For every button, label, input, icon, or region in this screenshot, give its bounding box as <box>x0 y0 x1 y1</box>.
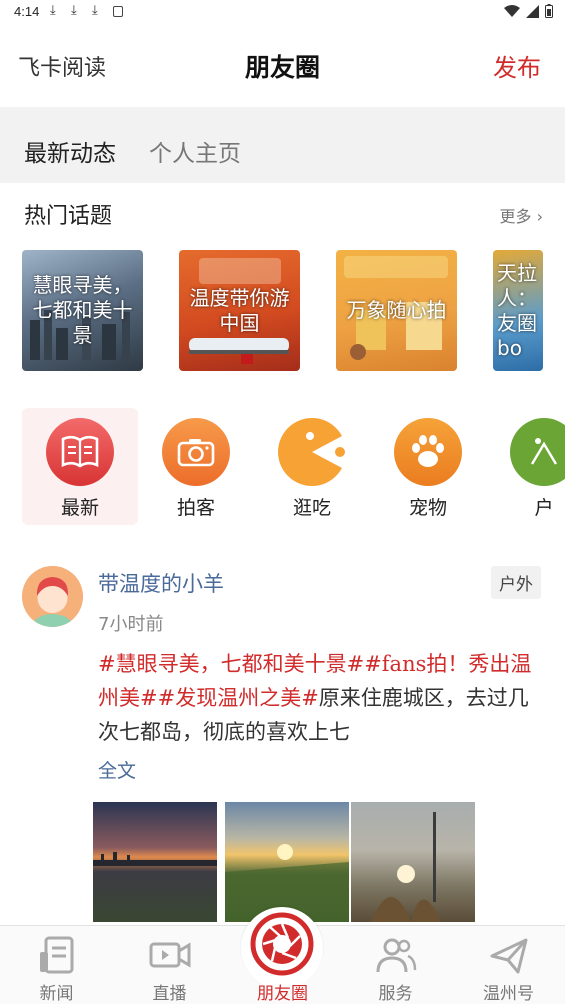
video-camera-icon <box>149 942 191 968</box>
feed-post: 带温度的小羊 户外 7小时前 #慧眼寻美，七都和美十景##fans拍！秀出温州美… <box>0 555 565 925</box>
post-images <box>92 802 475 922</box>
status-bar: 4:14 ⤓ ⤓ ⤓ <box>0 0 565 26</box>
tab-label: 新闻 <box>39 984 74 1004</box>
post-image[interactable] <box>225 802 349 922</box>
topic-label: 慧眼寻美，七都和美十景 <box>32 273 133 347</box>
newspaper-icon <box>40 936 74 974</box>
category-list: 最新 拍客 逛吃 宠物 户 <box>0 408 565 526</box>
tab-moments[interactable]: 朋友圈 <box>226 912 339 1004</box>
tab-wenzhou-account[interactable]: 温州号 <box>452 926 565 1004</box>
tab-label: 朋友圈 <box>257 984 308 1004</box>
more-label: 更多 <box>499 207 532 226</box>
outdoor-icon <box>510 418 565 486</box>
feed-tabs: 最新动态 个人主页 <box>0 107 565 183</box>
avatar[interactable] <box>22 566 83 627</box>
tab-label: 温州号 <box>483 984 534 1004</box>
status-time: 4:14 <box>14 4 40 19</box>
book-icon <box>46 418 114 486</box>
category-pets[interactable]: 宠物 <box>370 408 486 525</box>
bottom-tab-bar: 新闻 直播 朋友圈 服务 温州号 <box>0 907 565 1004</box>
category-label: 逛吃 <box>292 497 331 519</box>
topic-label: 天拉人：友圈bo <box>497 260 537 360</box>
aperture-icon <box>250 912 314 976</box>
wifi-icon <box>504 4 520 17</box>
topic-label: 温度带你游中国 <box>189 285 290 335</box>
paper-plane-icon <box>490 938 528 974</box>
tab-service[interactable]: 服务 <box>339 926 452 1004</box>
camera-icon <box>162 418 230 486</box>
post-category-badge[interactable]: 户外 <box>491 566 541 599</box>
download-icon: ⤓ <box>71 3 77 18</box>
hot-topics-list: 慧眼寻美，七都和美十景 温度带你游中国 万象随心拍 天拉人：友圈bo <box>0 250 565 372</box>
tab-profile[interactable]: 个人主页 <box>149 134 241 168</box>
users-icon <box>376 938 417 973</box>
tab-label: 服务 <box>378 984 413 1004</box>
app-header: 朋友圈 飞卡阅读 发布 <box>0 26 565 106</box>
signal-icon <box>526 4 539 18</box>
post-timestamp: 7小时前 <box>98 614 164 635</box>
topic-card[interactable]: 温度带你游中国 <box>179 250 300 371</box>
category-photographer[interactable]: 拍客 <box>138 408 254 525</box>
app-notification-icon <box>113 6 123 17</box>
post-username[interactable]: 带温度的小羊 <box>98 568 224 598</box>
post-text[interactable]: #慧眼寻美，七都和美十景##fans拍！秀出温州美##发现温州之美#原来住鹿城区… <box>98 647 538 749</box>
tab-latest[interactable]: 最新动态 <box>24 134 116 168</box>
category-latest[interactable]: 最新 <box>22 408 138 525</box>
status-icons <box>504 4 553 18</box>
pacman-icon <box>278 418 346 486</box>
tab-news[interactable]: 新闻 <box>0 926 113 1004</box>
category-label: 拍客 <box>176 497 215 519</box>
download-icon: ⤓ <box>50 3 56 18</box>
category-label: 宠物 <box>408 497 447 519</box>
topic-card[interactable]: 天拉人：友圈bo <box>493 250 543 371</box>
topic-label: 万象随心拍 <box>346 298 447 322</box>
category-outdoor[interactable]: 户 <box>486 408 565 525</box>
chevron-right-icon: › <box>536 207 543 226</box>
topic-card[interactable]: 慧眼寻美，七都和美十景 <box>22 250 143 371</box>
category-label: 户 <box>534 497 554 519</box>
tab-label: 直播 <box>152 984 187 1004</box>
hot-topics-header: 热门话题 更多 › <box>0 195 565 235</box>
read-more-link[interactable]: 全文 <box>98 756 136 783</box>
hot-topics-title: 热门话题 <box>24 204 113 229</box>
download-icon: ⤓ <box>92 3 98 18</box>
post-image[interactable] <box>93 802 217 922</box>
category-label: 最新 <box>60 497 99 519</box>
topic-card[interactable]: 万象随心拍 <box>336 250 457 371</box>
post-image[interactable] <box>351 802 475 922</box>
tab-live[interactable]: 直播 <box>113 926 226 1004</box>
publish-button[interactable]: 发布 <box>493 48 541 83</box>
paw-icon <box>394 418 462 486</box>
category-food[interactable]: 逛吃 <box>254 408 370 525</box>
battery-icon <box>545 4 553 18</box>
more-topics-link[interactable]: 更多 › <box>499 203 543 227</box>
app-name-link[interactable]: 飞卡阅读 <box>18 50 106 82</box>
